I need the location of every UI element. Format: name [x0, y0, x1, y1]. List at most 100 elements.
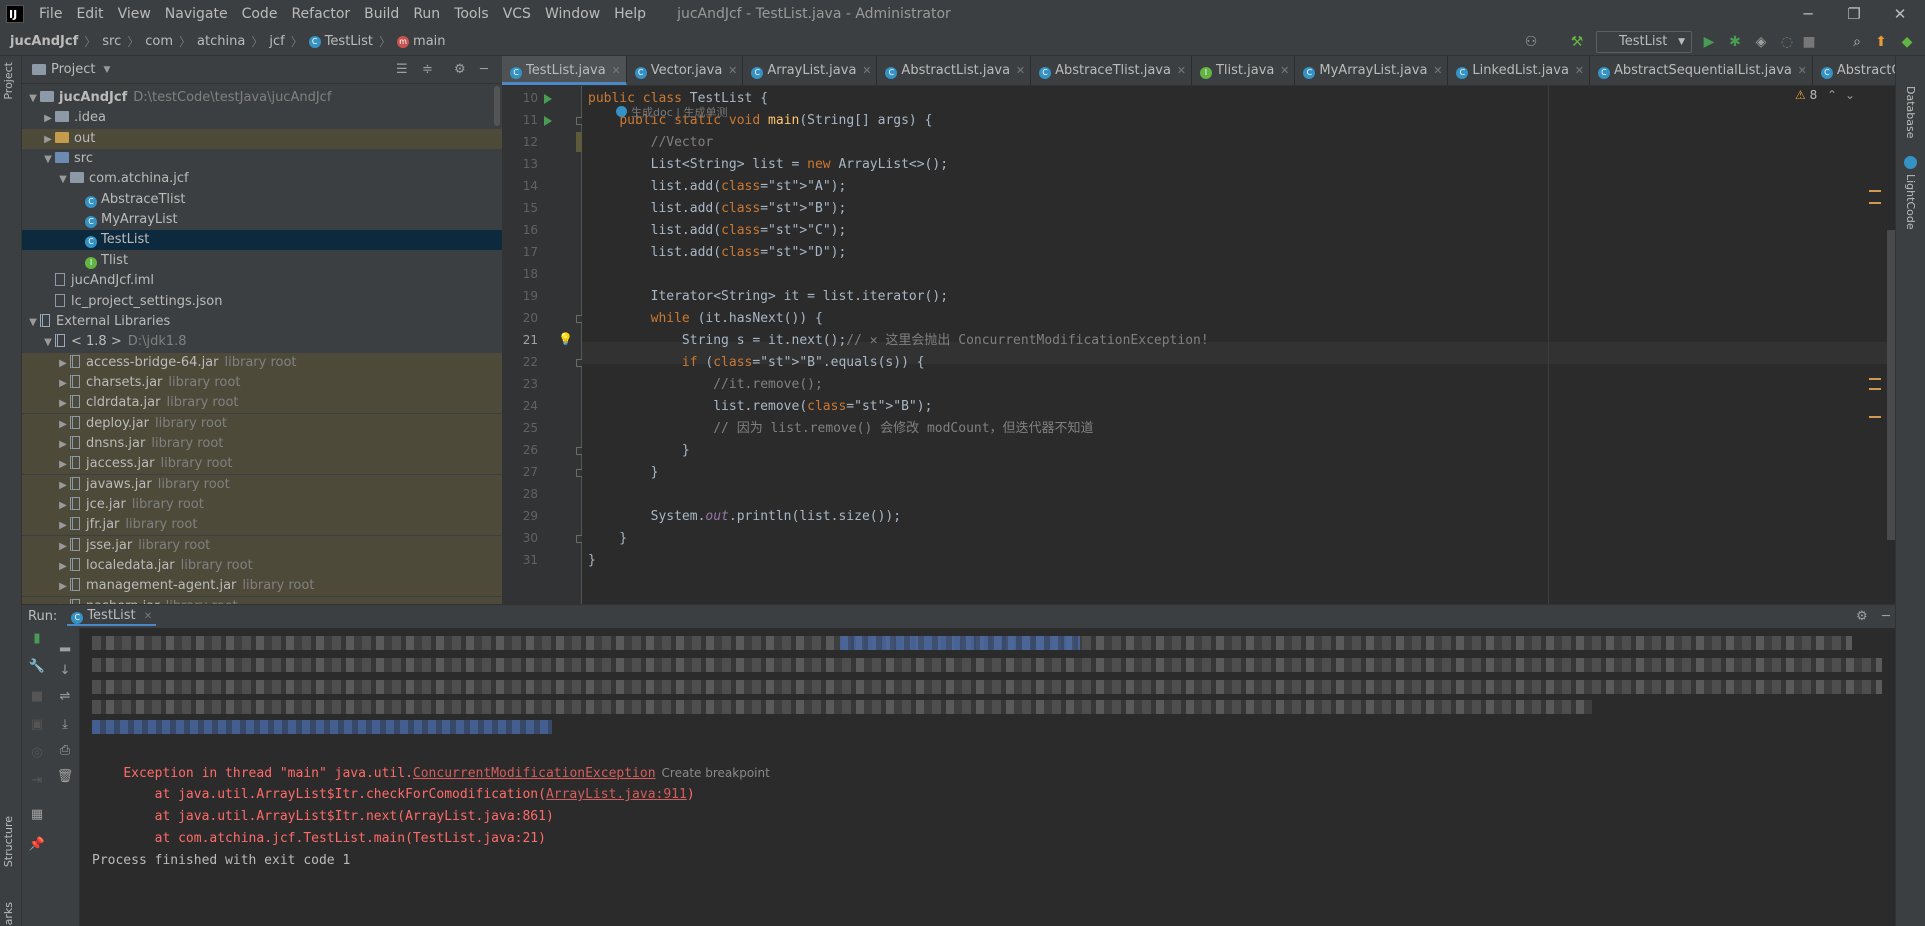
- build-hammer-icon[interactable]: ⚒: [1568, 33, 1586, 51]
- editor-tab[interactable]: C ArrayList.java ✕: [743, 56, 878, 85]
- run-tab-testlist[interactable]: C TestList ✕: [67, 608, 157, 626]
- search-icon[interactable]: ⌕: [1848, 33, 1866, 51]
- editor-tab[interactable]: C MyArrayList.java ✕: [1295, 56, 1449, 85]
- chevron-right-icon[interactable]: ▶: [56, 374, 70, 394]
- hide-panel-icon[interactable]: ─: [1882, 609, 1890, 624]
- database-tool-tab[interactable]: Database: [1904, 86, 1917, 139]
- breadcrumb-com[interactable]: com: [145, 34, 173, 49]
- tree-item[interactable]: I Tlist: [22, 251, 502, 271]
- chevron-right-icon[interactable]: ▶: [56, 476, 70, 496]
- menu-file[interactable]: File: [32, 0, 69, 28]
- menu-navigate[interactable]: Navigate: [158, 0, 235, 28]
- gear-icon[interactable]: ⚙: [454, 62, 466, 77]
- trash-icon[interactable]: 🗑: [56, 768, 74, 786]
- editor-tab[interactable]: C LinkedList.java ✕: [1448, 56, 1590, 85]
- chevron-down-icon[interactable]: ▼: [41, 333, 55, 353]
- chevron-right-icon[interactable]: ▶: [56, 394, 70, 414]
- menu-view[interactable]: View: [111, 0, 158, 28]
- error-stripe-marker[interactable]: [1869, 378, 1881, 380]
- menu-run[interactable]: Run: [406, 0, 447, 28]
- close-icon[interactable]: ✕: [1575, 56, 1584, 85]
- chevron-down-icon[interactable]: ▼: [56, 170, 70, 190]
- chevron-right-icon[interactable]: ▶: [56, 354, 70, 374]
- debug-icon[interactable]: ✱: [1726, 33, 1744, 51]
- update-icon[interactable]: ⬆: [1872, 33, 1890, 51]
- menu-vcs[interactable]: VCS: [496, 0, 538, 28]
- chevron-right-icon[interactable]: ▶: [56, 557, 70, 577]
- tree-item[interactable]: ▶ out: [22, 128, 502, 150]
- minimize-icon[interactable]: ─: [1785, 0, 1831, 28]
- chevron-right-icon[interactable]: ▶: [56, 516, 70, 536]
- close-icon[interactable]: ✕: [611, 56, 620, 85]
- lightcode-tool-tab[interactable]: LightCode: [1904, 174, 1917, 230]
- restore-layout-icon[interactable]: ▣: [28, 716, 46, 734]
- tree-item[interactable]: ▼ src: [22, 149, 502, 169]
- collapse-all-icon[interactable]: ☰: [396, 62, 408, 77]
- pin-icon[interactable]: 📌: [28, 836, 46, 854]
- chevron-up-icon[interactable]: ⌃: [1827, 88, 1837, 102]
- structure-tool-tab[interactable]: Structure: [2, 816, 15, 867]
- tree-item[interactable]: ▶ management-agent.jar library root: [22, 576, 502, 597]
- chevron-right-icon[interactable]: ▶: [56, 435, 70, 455]
- wrench-icon[interactable]: 🔧: [28, 658, 46, 676]
- close-icon[interactable]: ✕: [144, 611, 152, 622]
- tree-item[interactable]: ▼ com.atchina.jcf: [22, 169, 502, 189]
- close-icon[interactable]: ✕: [1798, 56, 1807, 85]
- stop-icon[interactable]: ■: [1800, 33, 1818, 51]
- tree-item[interactable]: ▶ localedata.jar library root: [22, 556, 502, 577]
- tree-item[interactable]: C MyArrayList: [22, 210, 502, 230]
- run-console[interactable]: Exception in thread "main" java.util.Con…: [80, 628, 1895, 926]
- arrow-down-icon[interactable]: ↓: [56, 662, 74, 680]
- breadcrumb-src[interactable]: src: [102, 34, 121, 49]
- tree-item[interactable]: ▼ < 1.8 > D:\jdk1.8: [22, 332, 502, 352]
- gear-icon[interactable]: ⚙: [1856, 609, 1868, 624]
- coverage-icon[interactable]: ◈: [1752, 33, 1770, 51]
- breadcrumb-atchina[interactable]: atchina: [197, 34, 245, 49]
- run-icon[interactable]: ▶: [1700, 33, 1718, 51]
- tree-item[interactable]: lc_project_settings.json: [22, 292, 502, 312]
- tree-item[interactable]: ▼ External Libraries: [22, 312, 502, 332]
- user-icon[interactable]: ⚇: [1522, 33, 1540, 51]
- breadcrumb-method[interactable]: main: [413, 34, 445, 49]
- intention-bulb-icon[interactable]: 💡: [558, 332, 573, 346]
- run-configuration-select[interactable]: TestList ▼: [1596, 31, 1692, 53]
- editor-tab[interactable]: CAbstractColle: [1813, 56, 1895, 85]
- restore-icon[interactable]: ❐: [1831, 0, 1877, 28]
- editor-scrollbar[interactable]: [1887, 230, 1895, 540]
- error-stripe-marker[interactable]: [1869, 416, 1881, 418]
- error-stripe-marker[interactable]: [1869, 190, 1881, 192]
- stack-frame-link[interactable]: ArrayList.java:911: [546, 787, 687, 802]
- plugin-icon[interactable]: ◆: [1898, 33, 1916, 51]
- layout-icon[interactable]: ▦: [28, 806, 46, 824]
- project-view-select[interactable]: Project: [51, 62, 95, 77]
- chevron-right-icon[interactable]: ▶: [56, 455, 70, 475]
- run-gutter-icon[interactable]: [544, 116, 552, 126]
- menu-tools[interactable]: Tools: [447, 0, 496, 28]
- tree-item[interactable]: ▶ .idea: [22, 108, 502, 128]
- warning-badge[interactable]: ⚠ 8 ⌃ ⌄: [1795, 88, 1855, 102]
- menu-window[interactable]: Window: [538, 0, 607, 28]
- menu-help[interactable]: Help: [607, 0, 653, 28]
- chevron-down-icon[interactable]: ▼: [26, 89, 40, 109]
- close-icon[interactable]: ✕: [728, 56, 737, 85]
- chevron-right-icon[interactable]: ▶: [56, 496, 70, 516]
- close-window-icon[interactable]: ✕: [1877, 0, 1923, 28]
- tree-item[interactable]: ▶ javaws.jar library root: [22, 474, 502, 496]
- chevron-right-icon[interactable]: ▶: [41, 109, 55, 129]
- close-icon[interactable]: ✕: [862, 56, 871, 85]
- editor-tab[interactable]: C TestList.java ✕: [502, 56, 627, 85]
- tree-item[interactable]: ▶ deploy.jar library root: [22, 413, 502, 434]
- rerun-icon[interactable]: ▮: [28, 630, 46, 648]
- breadcrumb-project[interactable]: jucAndJcf: [10, 34, 78, 49]
- editor-tab[interactable]: C Vector.java ✕: [627, 56, 744, 85]
- menu-code[interactable]: Code: [235, 0, 285, 28]
- print-icon[interactable]: ⎙: [56, 742, 74, 760]
- chevron-down-icon[interactable]: ▼: [41, 150, 55, 170]
- chevron-down-icon[interactable]: ▼: [26, 313, 40, 333]
- profile-icon[interactable]: ◌: [1778, 33, 1796, 51]
- hide-panel-icon[interactable]: ─: [480, 62, 488, 77]
- tree-item[interactable]: ▶ jsse.jar library root: [22, 535, 502, 556]
- chevron-right-icon[interactable]: ▶: [56, 577, 70, 597]
- chevron-right-icon[interactable]: ▶: [41, 130, 55, 150]
- scrollbar[interactable]: [494, 86, 500, 126]
